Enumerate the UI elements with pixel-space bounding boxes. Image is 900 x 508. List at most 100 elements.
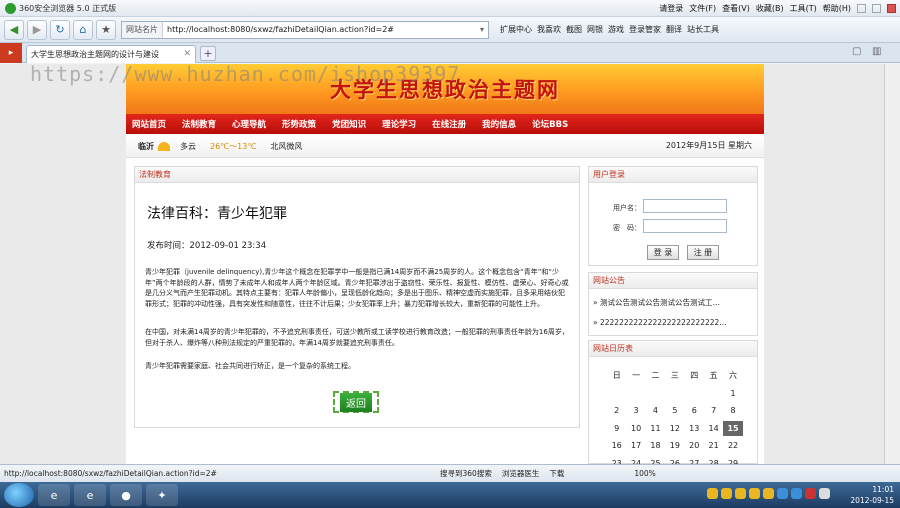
nav-law[interactable]: 法制教育 (182, 118, 216, 130)
forward-nav-button[interactable]: ▶ (27, 19, 47, 40)
back-nav-button[interactable]: ◀ (4, 19, 24, 40)
sidebar-toggle-icon[interactable]: ▸ (0, 43, 22, 63)
new-tab-button[interactable]: + (200, 46, 216, 61)
tray-icon[interactable] (749, 488, 760, 499)
calendar-day[interactable]: 12 (665, 424, 684, 433)
nav-policy[interactable]: 形势政策 (282, 118, 316, 130)
calendar-day[interactable]: 11 (646, 424, 665, 433)
menu-view[interactable]: 查看(V) (722, 3, 750, 14)
menu-favorites[interactable]: 收藏(B) (756, 3, 784, 14)
calendar-day[interactable]: 3 (626, 406, 645, 415)
calendar-day[interactable]: 5 (665, 406, 684, 415)
status-download[interactable]: 下载 (549, 468, 564, 479)
calendar-day[interactable]: 4 (646, 406, 665, 415)
start-button[interactable] (4, 483, 34, 507)
tray-icon[interactable] (721, 488, 732, 499)
tray-icon[interactable] (735, 488, 746, 499)
star-icon: ★ (101, 23, 111, 36)
calendar-day[interactable]: 17 (626, 441, 645, 450)
tab-list-icon[interactable]: ▢ (852, 46, 861, 57)
minimize-button[interactable] (857, 4, 866, 13)
notice-item-2[interactable]: » 2222222222222222222222222… (593, 318, 753, 327)
login-manager-button[interactable]: 登录管家 (629, 24, 661, 35)
maximize-button[interactable] (872, 4, 881, 13)
calendar-day[interactable]: 2 (607, 406, 626, 415)
calendar-day[interactable]: 16 (607, 441, 626, 450)
menu-file[interactable]: 文件(F) (689, 3, 716, 14)
tray-icon[interactable] (791, 488, 802, 499)
notice-item-1[interactable]: » 测试公告测试公告测试公告测试工… (593, 297, 753, 308)
clock[interactable]: 11:01 2012-09-15 (850, 484, 894, 506)
ie-icon[interactable]: e (74, 484, 106, 506)
calendar-day[interactable]: 8 (723, 406, 742, 415)
back-button-label: 返回 (340, 392, 372, 412)
nav-psych[interactable]: 心理导航 (232, 118, 266, 130)
calendar-day[interactable]: 1 (723, 389, 742, 398)
close-window-button[interactable] (887, 4, 896, 13)
calendar-day[interactable]: 21 (704, 441, 723, 450)
login-button[interactable]: 登 录 (647, 245, 679, 260)
status-zoom[interactable]: 100% (634, 469, 655, 478)
tab-active[interactable]: 大学生思想政治主题网的设计与建设 ✕ (26, 45, 196, 63)
chevron-down-icon[interactable]: ▾ (476, 25, 488, 34)
volume-icon[interactable] (819, 488, 830, 499)
article-section-title: 法制教育 (135, 167, 579, 183)
status-doctor[interactable]: 浏览器医生 (502, 468, 540, 479)
menu-help[interactable]: 帮助(H) (823, 3, 851, 14)
nav-myinfo[interactable]: 我的信息 (482, 118, 516, 130)
calendar-day[interactable]: 13 (685, 424, 704, 433)
browser-titlebar: 360安全浏览器 5.0 正式版 请登录 文件(F) 查看(V) 收藏(B) 工… (0, 0, 900, 17)
like-button[interactable]: 我喜欢 (537, 24, 561, 35)
ebank-button[interactable]: 网银 (587, 24, 603, 35)
webmaster-tools-button[interactable]: 站长工具 (687, 24, 719, 35)
trash-icon[interactable]: ▥ (872, 46, 881, 57)
cloud-sun-icon (158, 142, 170, 151)
tray-icon[interactable] (805, 488, 816, 499)
address-bar[interactable]: 网站名片 http://localhost:8080/sxwz/fazhiDet… (121, 20, 489, 39)
calendar-day[interactable]: 9 (607, 424, 626, 433)
nav-theory[interactable]: 理论学习 (382, 118, 416, 130)
calendar-day[interactable]: 22 (723, 441, 742, 450)
status-search[interactable]: 搜寻到360搜索 (440, 468, 492, 479)
tray-icon[interactable] (763, 488, 774, 499)
calendar-day[interactable]: 19 (665, 441, 684, 450)
back-button[interactable]: 返回 (333, 391, 379, 413)
nav-register[interactable]: 在线注册 (432, 118, 466, 130)
tray-icon[interactable] (707, 488, 718, 499)
tray-icon[interactable] (777, 488, 788, 499)
calendar-day[interactable]: 7 (704, 406, 723, 415)
translate-button[interactable]: 翻译 (666, 24, 682, 35)
app-icon[interactable]: ✦ (146, 484, 178, 506)
vertical-scrollbar[interactable] (884, 64, 900, 464)
nav-bbs[interactable]: 论坛BBS (532, 118, 568, 130)
calendar-day[interactable]: 18 (646, 441, 665, 450)
eclipse-icon[interactable]: ● (110, 484, 142, 506)
screenshot-button[interactable]: 截图 (566, 24, 582, 35)
address-url[interactable]: http://localhost:8080/sxwz/fazhiDetailQi… (163, 25, 476, 34)
menu-login[interactable]: 请登录 (659, 3, 683, 14)
calendar-day[interactable]: 6 (685, 406, 704, 415)
home-button[interactable]: ⌂ (73, 19, 93, 40)
weekday: 日 (612, 371, 621, 381)
weekday: 一 (632, 371, 641, 381)
calendar-day[interactable]: 10 (626, 424, 645, 433)
games-button[interactable]: 游戏 (608, 24, 624, 35)
extension-center[interactable]: 扩展中心 (500, 24, 532, 35)
nav-home[interactable]: 网站首页 (132, 118, 166, 130)
username-input[interactable] (643, 199, 727, 213)
password-label: 密 码： (613, 224, 641, 232)
close-icon[interactable]: ✕ (183, 49, 191, 59)
site-nav: 网站首页 法制教育 心理导航 形势政策 党团知识 理论学习 在线注册 我的信息 … (126, 114, 764, 134)
site-card-label[interactable]: 网站名片 (122, 21, 163, 38)
register-button[interactable]: 注 册 (687, 245, 719, 260)
browser-360-icon[interactable]: e (38, 484, 70, 506)
nav-party[interactable]: 党团知识 (332, 118, 366, 130)
calendar-day[interactable]: 15 (723, 420, 743, 436)
favorite-button[interactable]: ★ (96, 19, 116, 40)
calendar-day[interactable]: 20 (685, 441, 704, 450)
refresh-button[interactable]: ↻ (50, 19, 70, 40)
watermark-text: https://www.huzhan.com/ishop39397 (30, 62, 461, 86)
menu-tools[interactable]: 工具(T) (790, 3, 817, 14)
password-input[interactable] (643, 219, 727, 233)
calendar-day[interactable]: 14 (704, 424, 723, 433)
